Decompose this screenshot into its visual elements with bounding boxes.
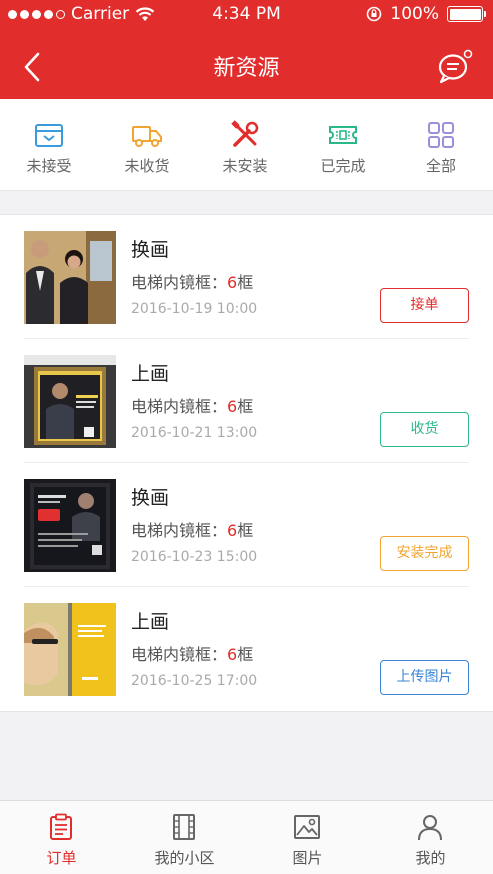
accept-order-button[interactable]: 接单: [380, 288, 469, 323]
frame-count: 6: [227, 521, 238, 540]
rotation-lock-icon: [367, 6, 382, 22]
tab-all[interactable]: 全部: [392, 99, 490, 191]
frame-count: 6: [227, 273, 238, 292]
order-date: 2016-10-21 13:00: [131, 425, 258, 441]
frame-label: 电梯内镜框：: [131, 645, 228, 664]
truck-icon: [132, 126, 162, 147]
frame-info: 电梯内镜框：6框: [131, 393, 253, 417]
frame-label: 电梯内镜框：: [131, 521, 228, 540]
tab-mine[interactable]: 我的: [369, 801, 492, 874]
grid-icon: [428, 122, 454, 148]
tab-not-received[interactable]: 未收货: [98, 99, 196, 191]
frame-count: 6: [227, 645, 238, 664]
film-icon: [173, 814, 195, 840]
tab-not-installed[interactable]: 未安装: [196, 99, 294, 191]
tab-pictures[interactable]: 图片: [246, 801, 369, 874]
clipboard-icon: [50, 813, 72, 840]
bottom-tab-bar: 订单 我的小区 图片 我的: [0, 800, 493, 874]
tab-my-community[interactable]: 我的小区: [123, 801, 246, 874]
page-title: 新资源: [213, 56, 280, 81]
status-bar: Carrier 4:34 PM 100%: [0, 0, 493, 30]
frame-label: 电梯内镜框：: [131, 273, 228, 292]
message-icon[interactable]: [435, 46, 475, 86]
ticket-icon: [329, 126, 357, 144]
status-filter-tabs: 未接受 未收货 未安装 已完成 全部: [0, 99, 493, 191]
order-date: 2016-10-19 10:00: [131, 301, 258, 317]
installation-complete-button[interactable]: 安装完成: [380, 536, 469, 571]
order-thumbnail: [24, 355, 116, 448]
image-icon: [294, 815, 320, 839]
list-item[interactable]: 上画 电梯内镜框：6框 2016-10-25 17:00 上传图片: [0, 587, 493, 711]
order-date: 2016-10-25 17:00: [131, 673, 258, 689]
tab-label: 我的: [415, 849, 446, 867]
order-type: 上画: [131, 611, 170, 633]
frame-count: 6: [227, 397, 238, 416]
tab-label: 图片: [292, 849, 323, 867]
order-thumbnail: [24, 231, 116, 324]
frame-info: 电梯内镜框：6框: [131, 269, 253, 293]
frame-label: 电梯内镜框：: [131, 397, 228, 416]
tab-label: 未收货: [124, 157, 170, 175]
frame-info: 电梯内镜框：6框: [131, 641, 253, 665]
battery-icon: [447, 6, 486, 22]
upload-photo-button[interactable]: 上传图片: [380, 660, 469, 695]
tab-label: 未安装: [222, 157, 268, 175]
order-thumbnail: [24, 479, 116, 572]
frame-unit: 框: [237, 397, 254, 416]
inbox-icon: [35, 124, 63, 147]
order-date: 2016-10-23 15:00: [131, 549, 258, 565]
tab-label: 全部: [425, 157, 456, 175]
tab-label: 未接受: [26, 157, 72, 175]
receive-goods-button[interactable]: 收货: [380, 412, 469, 447]
battery-percent: 100%: [390, 4, 439, 24]
frame-info: 电梯内镜框：6框: [131, 517, 253, 541]
order-list: 换画 电梯内镜框：6框 2016-10-19 10:00 接单 上画 电梯内镜框…: [0, 214, 493, 712]
tab-completed[interactable]: 已完成: [294, 99, 392, 191]
order-type: 换画: [131, 239, 170, 261]
tools-icon: [231, 120, 259, 147]
list-item[interactable]: 上画 电梯内镜框：6框 2016-10-21 13:00 收货: [0, 339, 493, 463]
list-item[interactable]: 换画 电梯内镜框：6框 2016-10-19 10:00 接单: [0, 215, 493, 339]
order-thumbnail: [24, 603, 116, 696]
frame-unit: 框: [237, 521, 254, 540]
order-type: 换画: [131, 487, 170, 509]
tab-orders[interactable]: 订单: [0, 801, 123, 874]
tab-label: 订单: [46, 849, 77, 867]
header: Carrier 4:34 PM 100% 新资源: [0, 0, 493, 99]
frame-unit: 框: [237, 645, 254, 664]
frame-unit: 框: [237, 273, 254, 292]
order-type: 上画: [131, 363, 170, 385]
tab-label: 已完成: [320, 157, 366, 175]
user-icon: [418, 815, 442, 841]
tab-unaccepted[interactable]: 未接受: [0, 99, 98, 191]
tab-label: 我的小区: [154, 849, 215, 867]
list-item[interactable]: 换画 电梯内镜框：6框 2016-10-23 15:00 安装完成: [0, 463, 493, 587]
